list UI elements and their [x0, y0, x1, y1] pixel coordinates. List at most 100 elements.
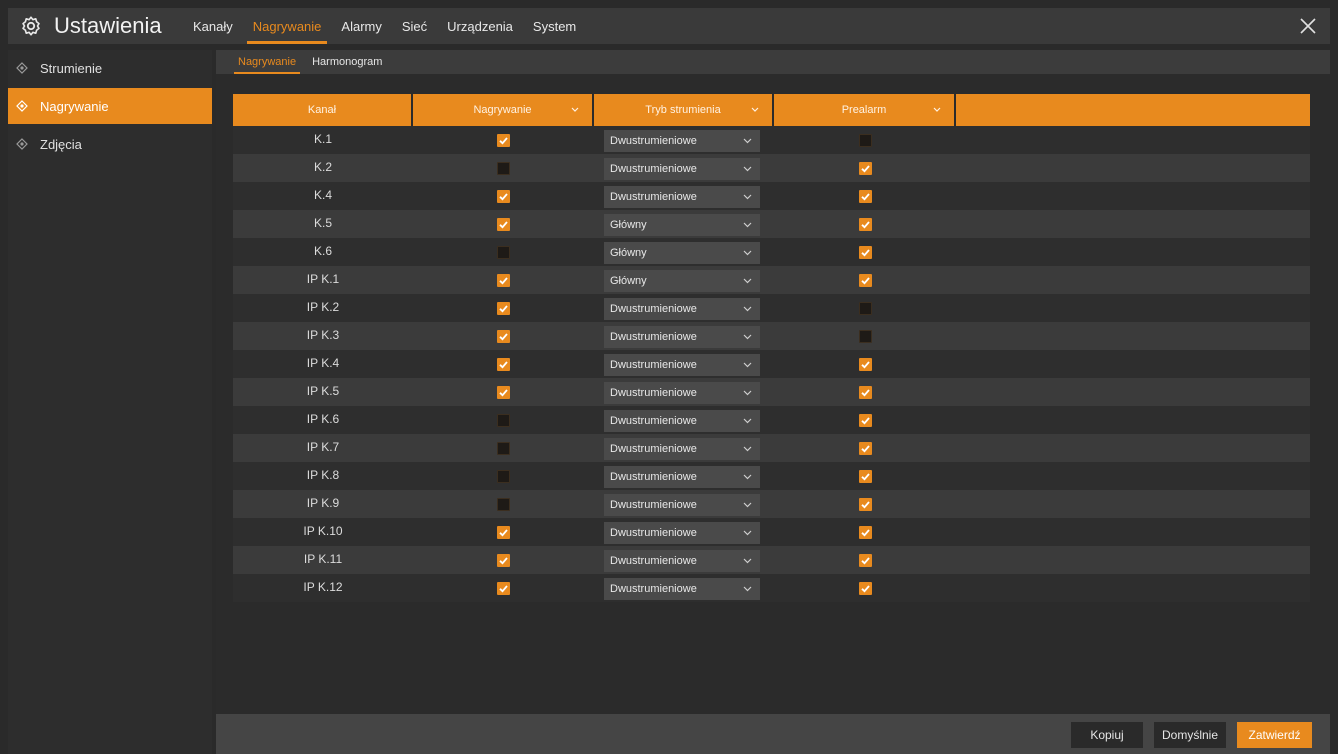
tab-sieć[interactable]: Sieć: [392, 8, 437, 44]
row-spacer: [956, 406, 1310, 434]
prealarm-checkbox[interactable]: [858, 273, 872, 287]
sidebar-item-3[interactable]: Zdjęcia: [8, 126, 212, 162]
default-button[interactable]: Domyślnie: [1154, 722, 1226, 748]
stream-mode-cell: Dwustrumieniowe: [594, 434, 774, 462]
chevron-down-icon: [743, 138, 752, 144]
tab-kanały[interactable]: Kanały: [183, 8, 243, 44]
prealarm-checkbox[interactable]: [858, 441, 872, 455]
row-spacer: [956, 126, 1310, 154]
apply-button[interactable]: Zatwierdź: [1237, 722, 1312, 748]
prealarm-checkbox[interactable]: [858, 357, 872, 371]
recording-checkbox[interactable]: [497, 357, 510, 371]
recording-checkbox[interactable]: [497, 133, 510, 147]
prealarm-cell: [774, 490, 956, 518]
stream-mode-cell: Dwustrumieniowe: [594, 294, 774, 322]
recording-cell: [413, 434, 594, 462]
row-spacer: [956, 518, 1310, 546]
prealarm-cell: [774, 238, 956, 266]
recording-checkbox[interactable]: [497, 441, 510, 455]
prealarm-checkbox[interactable]: [858, 329, 872, 343]
table-row: K.5 Główny: [233, 210, 1310, 238]
header-recording[interactable]: Nagrywanie: [413, 94, 594, 126]
prealarm-checkbox[interactable]: [858, 469, 872, 483]
main-panel: Nagrywanie Harmonogram Kanał Nagrywanie T…: [216, 50, 1330, 754]
prealarm-checkbox[interactable]: [858, 245, 872, 259]
recording-checkbox[interactable]: [497, 469, 510, 483]
chevron-down-icon[interactable]: [932, 106, 942, 114]
prealarm-checkbox[interactable]: [858, 413, 872, 427]
stream-mode-select[interactable]: Dwustrumieniowe: [604, 382, 760, 404]
top-bar: Ustawienia Kanały Nagrywanie Alarmy Sieć Urz…: [8, 8, 1330, 44]
stream-mode-select[interactable]: Główny: [604, 270, 760, 292]
recording-checkbox[interactable]: [497, 413, 510, 427]
stream-mode-select[interactable]: Dwustrumieniowe: [604, 130, 760, 152]
copy-button[interactable]: Kopiuj: [1071, 722, 1143, 748]
recording-checkbox[interactable]: [497, 161, 510, 175]
prealarm-checkbox[interactable]: [858, 581, 872, 595]
subtab-2[interactable]: Harmonogram: [304, 50, 390, 74]
chevron-down-icon: [743, 390, 752, 396]
stream-mode-select[interactable]: Główny: [604, 242, 760, 264]
prealarm-checkbox[interactable]: [858, 161, 872, 175]
sidebar-item-label: Nagrywanie: [40, 98, 109, 114]
chevron-down-icon: [743, 474, 752, 480]
stream-mode-select[interactable]: Dwustrumieniowe: [604, 326, 760, 348]
tab-alarmy[interactable]: Alarmy: [331, 8, 391, 44]
stream-mode-select[interactable]: Dwustrumieniowe: [604, 578, 760, 600]
recording-checkbox[interactable]: [497, 497, 510, 511]
subtab-1[interactable]: Nagrywanie: [230, 50, 304, 74]
tab-nagrywanie[interactable]: Nagrywanie: [243, 8, 332, 44]
chevron-down-icon[interactable]: [750, 106, 760, 114]
tab-system[interactable]: System: [523, 8, 586, 44]
recording-cell: [413, 266, 594, 294]
header-stream-mode[interactable]: Tryb strumienia: [594, 94, 774, 126]
recording-checkbox[interactable]: [497, 301, 510, 315]
stream-mode-select[interactable]: Dwustrumieniowe: [604, 298, 760, 320]
stream-mode-select[interactable]: Dwustrumieniowe: [604, 410, 760, 432]
stream-mode-select[interactable]: Dwustrumieniowe: [604, 354, 760, 376]
table-row: K.1 Dwustrumieniowe: [233, 126, 1310, 154]
table-row: K.6 Główny: [233, 238, 1310, 266]
sidebar-item-1[interactable]: Strumienie: [8, 50, 212, 86]
recording-checkbox[interactable]: [497, 189, 510, 203]
channel-name: K.1: [313, 132, 332, 146]
prealarm-checkbox[interactable]: [858, 133, 872, 147]
sidebar-item-2[interactable]: Nagrywanie: [8, 88, 212, 124]
recording-checkbox[interactable]: [497, 525, 510, 539]
stream-mode-select[interactable]: Dwustrumieniowe: [604, 186, 760, 208]
stream-mode-cell: Dwustrumieniowe: [594, 574, 774, 602]
stream-mode-cell: Dwustrumieniowe: [594, 322, 774, 350]
table-row: IP K.2 Dwustrumieniowe: [233, 294, 1310, 322]
prealarm-checkbox[interactable]: [858, 189, 872, 203]
prealarm-checkbox[interactable]: [858, 301, 872, 315]
stream-mode-select[interactable]: Dwustrumieniowe: [604, 494, 760, 516]
tab-urządzenia[interactable]: Urządzenia: [437, 8, 523, 44]
recording-checkbox[interactable]: [497, 581, 510, 595]
stream-mode-select[interactable]: Dwustrumieniowe: [604, 158, 760, 180]
diamond-icon: [16, 62, 28, 74]
stream-mode-select[interactable]: Dwustrumieniowe: [604, 438, 760, 460]
prealarm-cell: [774, 182, 956, 210]
recording-checkbox[interactable]: [497, 273, 510, 287]
prealarm-checkbox[interactable]: [858, 385, 872, 399]
recording-checkbox[interactable]: [497, 553, 510, 567]
close-icon[interactable]: [1296, 14, 1320, 38]
prealarm-checkbox[interactable]: [858, 553, 872, 567]
prealarm-checkbox[interactable]: [858, 525, 872, 539]
stream-mode-select[interactable]: Dwustrumieniowe: [604, 466, 760, 488]
recording-cell: [413, 182, 594, 210]
recording-cell: [413, 462, 594, 490]
recording-checkbox[interactable]: [497, 329, 510, 343]
stream-mode-select[interactable]: Dwustrumieniowe: [604, 550, 760, 572]
prealarm-checkbox[interactable]: [858, 497, 872, 511]
recording-checkbox[interactable]: [497, 385, 510, 399]
stream-mode-value: Dwustrumieniowe: [610, 415, 697, 427]
stream-mode-select[interactable]: Główny: [604, 214, 760, 236]
stream-mode-select[interactable]: Dwustrumieniowe: [604, 522, 760, 544]
prealarm-checkbox[interactable]: [858, 217, 872, 231]
chevron-down-icon[interactable]: [570, 106, 580, 114]
recording-checkbox[interactable]: [497, 245, 510, 259]
stream-mode-cell: Dwustrumieniowe: [594, 518, 774, 546]
recording-checkbox[interactable]: [497, 217, 510, 231]
header-prealarm[interactable]: Prealarm: [774, 94, 956, 126]
